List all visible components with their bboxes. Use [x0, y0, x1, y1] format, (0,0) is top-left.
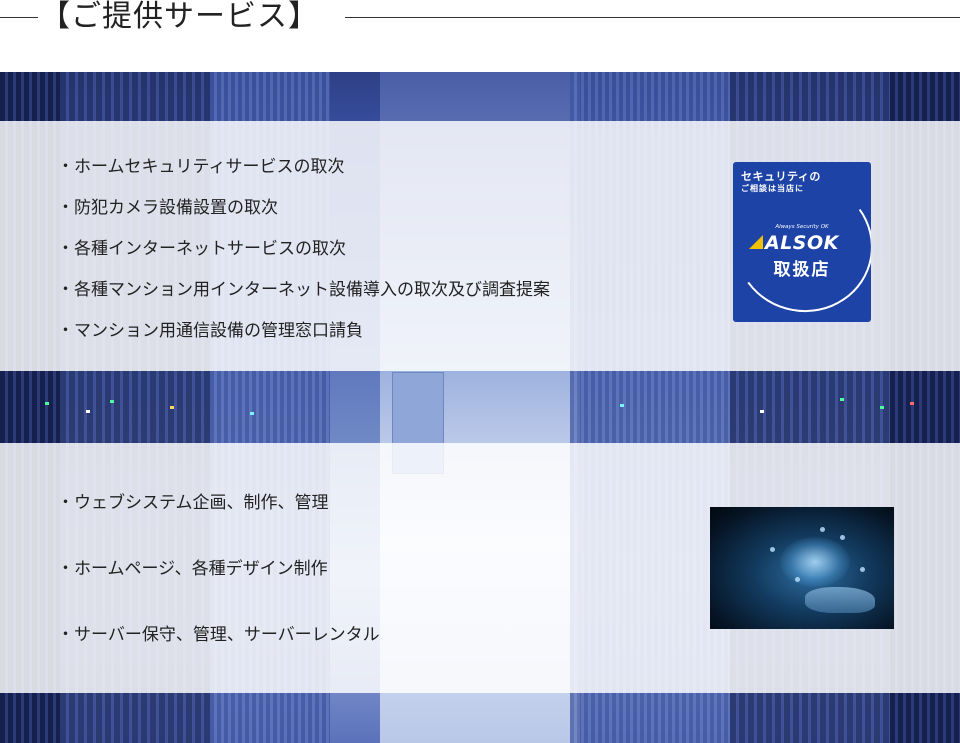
alsok-dealer-badge: セキュリティの ご相談は当店に Always Security OK ALSOK… [733, 162, 871, 322]
list-item: ・ウェブシステム企画、制作、管理 [57, 493, 329, 513]
list-item: ・各種インターネットサービスの取次 [57, 239, 346, 259]
rack-led [760, 410, 764, 413]
section-title: 【ご提供サービス】 [40, 0, 319, 34]
hologram-glow [780, 537, 850, 587]
list-item: ・ホームセキュリティサービスの取次 [57, 157, 345, 177]
network-node-icon [860, 567, 865, 572]
rack-led [880, 406, 884, 409]
network-node-icon [795, 577, 800, 582]
digital-network-image [710, 507, 894, 629]
list-item: ・防犯カメラ設備設置の取次 [57, 198, 278, 218]
hand-image [805, 587, 875, 613]
section-header: 【ご提供サービス】 [0, 0, 960, 40]
rack-led [170, 406, 174, 409]
rack-led [840, 398, 844, 401]
rack-led [45, 402, 49, 405]
badge-line2: ご相談は当店に [741, 184, 804, 193]
badge-dealer-label: 取扱店 [773, 260, 831, 280]
rack-led [86, 410, 90, 413]
list-item: ・マンション用通信設備の管理窓口請負 [57, 321, 363, 341]
rack-led [250, 412, 254, 415]
rack-led [910, 402, 914, 405]
alsok-logo: ALSOK [749, 232, 859, 254]
network-node-icon [840, 535, 845, 540]
alsok-wordmark: ALSOK [765, 232, 839, 254]
rack-led [620, 404, 624, 407]
network-node-icon [820, 527, 825, 532]
logo-triangle-icon [749, 235, 763, 249]
list-item: ・サーバー保守、管理、サーバーレンタル [57, 625, 380, 645]
list-item: ・各種マンション用インターネット設備導入の取次及び調査提案 [57, 280, 550, 300]
badge-tagline: Always Security OK [775, 224, 829, 230]
rack-led [110, 400, 114, 403]
badge-line1: セキュリティの [741, 170, 821, 183]
header-rule-right [345, 17, 960, 18]
network-node-icon [770, 547, 775, 552]
header-rule-left [0, 17, 38, 18]
list-item: ・ホームページ、各種デザイン制作 [57, 559, 328, 579]
